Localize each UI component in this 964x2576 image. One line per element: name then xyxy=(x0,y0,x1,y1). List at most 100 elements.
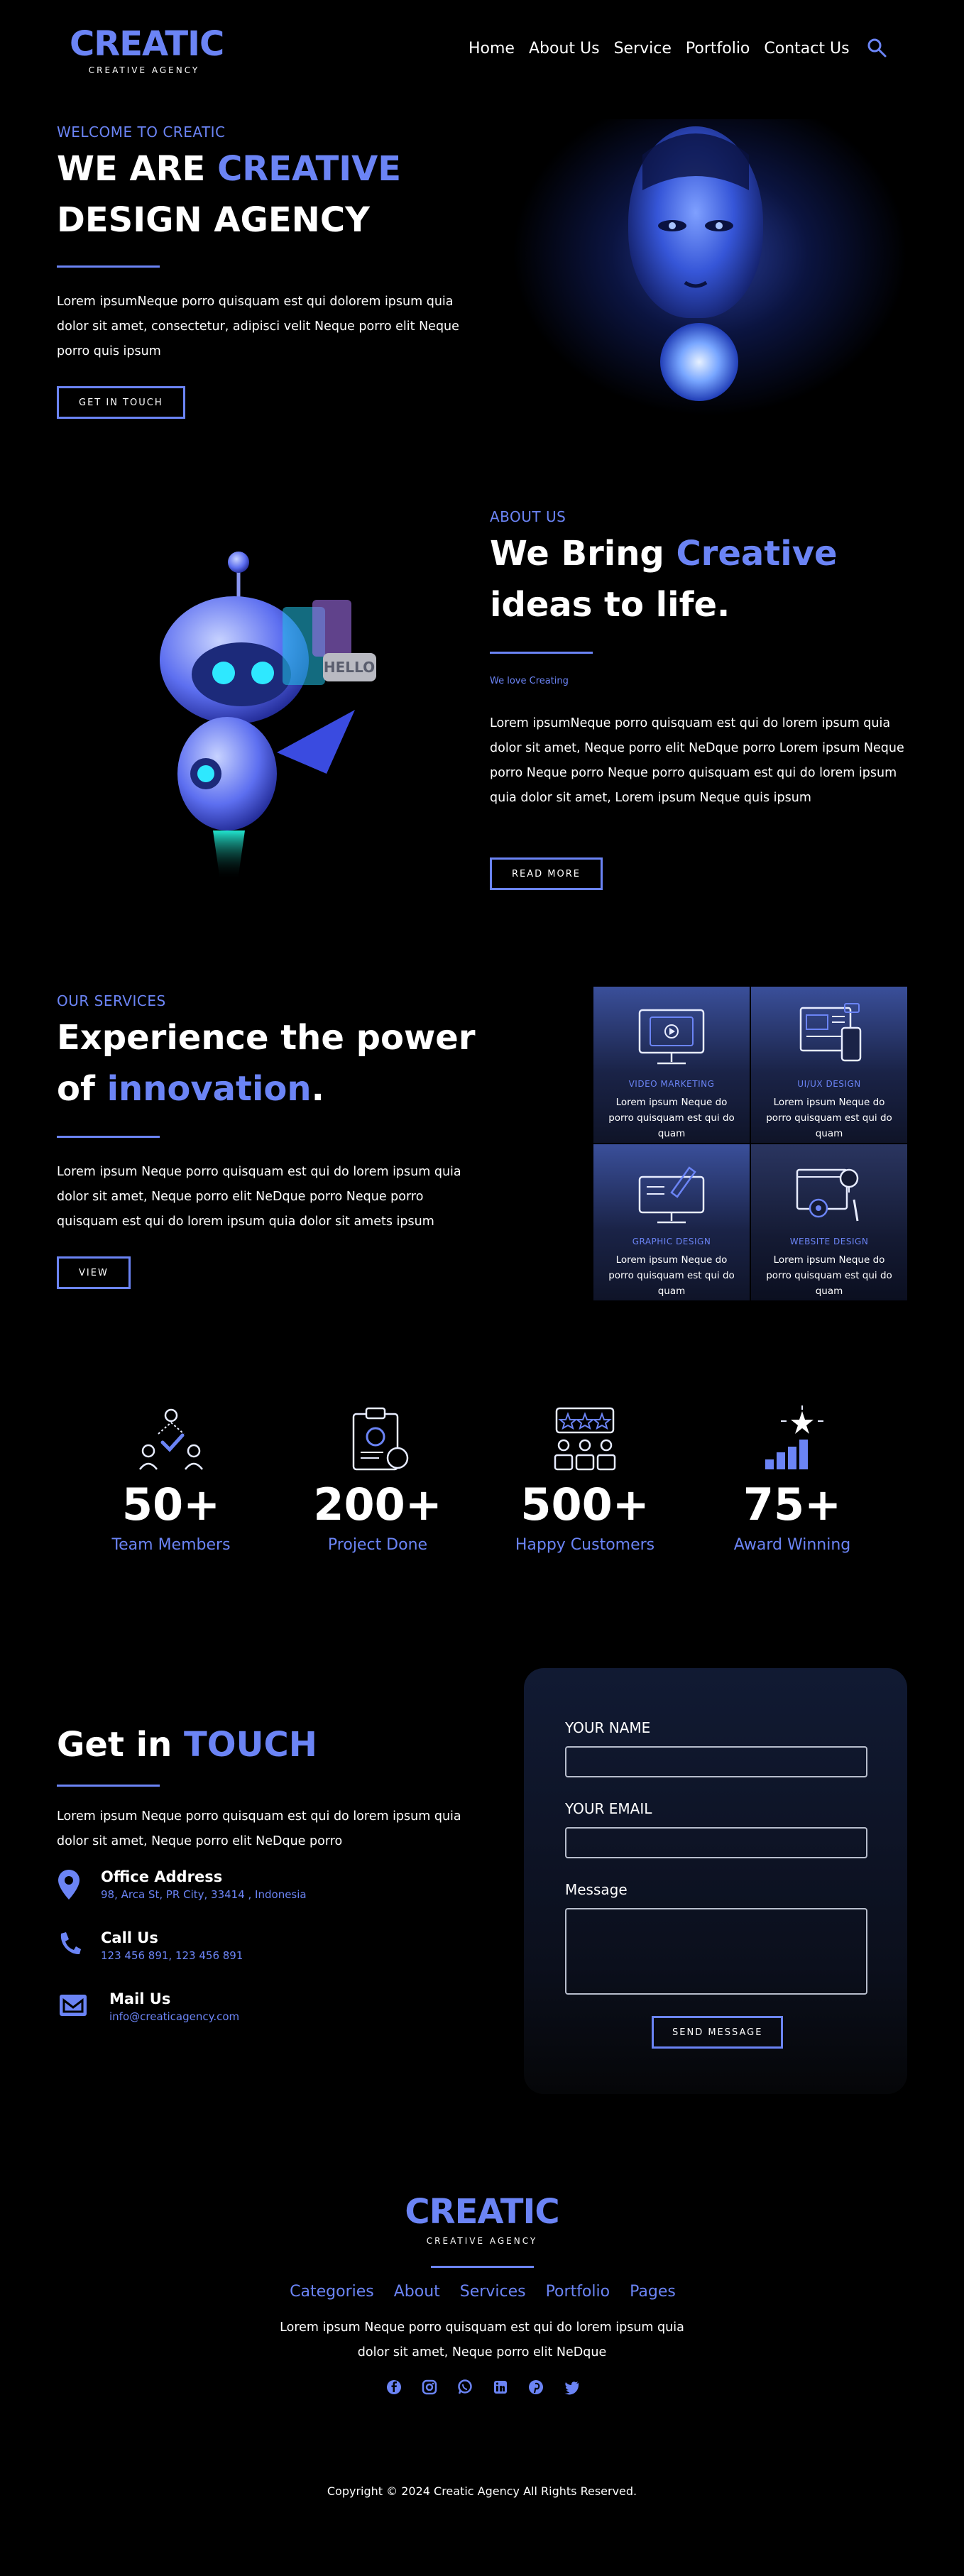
contact-text: Lorem ipsum Neque porro quisquam est qui… xyxy=(57,1809,461,1848)
send-message-button[interactable]: SEND MESSAGE xyxy=(652,2016,784,2049)
stat-label: Team Members xyxy=(111,1536,231,1554)
main-nav: Home About Us Service Portfolio Contact … xyxy=(469,40,850,57)
hero-title-a: WE ARE xyxy=(57,149,218,189)
footer-nav-pages[interactable]: Pages xyxy=(630,2283,676,2301)
contact-item-text[interactable]: info@creaticagency.com xyxy=(109,2010,239,2023)
hero-divider xyxy=(57,265,160,268)
services-divider xyxy=(57,1136,160,1138)
whatsapp-icon[interactable] xyxy=(457,2379,473,2395)
stat-value: 200+ xyxy=(313,1479,442,1530)
site-logo[interactable]: CREATIC CREATIVE AGENCY xyxy=(70,24,224,75)
services-text: Lorem ipsum Neque porro quisquam est qui… xyxy=(57,1165,461,1229)
nav-about-us[interactable]: About Us xyxy=(529,40,600,57)
service-card-website-design[interactable]: WEBSITE DESIGN Lorem ipsum Neque do porr… xyxy=(751,1144,907,1300)
contact-item-title: Office Address xyxy=(101,1868,223,1885)
card-text: Lorem ipsum Neque do porro quisquam est … xyxy=(766,1254,892,1297)
services-title-end: . xyxy=(311,1069,324,1109)
social-links xyxy=(376,2379,589,2395)
website-design-icon xyxy=(796,1168,859,1222)
services-title-accent: innovation xyxy=(106,1069,312,1109)
card-title: WEBSITE DESIGN xyxy=(789,1237,869,1246)
team-icon xyxy=(139,1408,203,1470)
video-marketing-icon xyxy=(638,1009,705,1065)
instagram-icon[interactable] xyxy=(422,2379,437,2395)
about-title-b: ideas to life. xyxy=(490,585,730,625)
hero-crystal-orb xyxy=(660,323,738,401)
pinterest-icon[interactable] xyxy=(528,2379,544,2395)
stat-label: Project Done xyxy=(327,1536,428,1554)
phone-icon xyxy=(60,1932,81,1955)
contact-item-title: Call Us xyxy=(101,1929,158,1946)
name-label: YOUR NAME xyxy=(565,1719,651,1736)
message-textarea[interactable] xyxy=(565,1908,867,1995)
card-title: GRAPHIC DESIGN xyxy=(632,1237,711,1246)
stat-team-members: 50+ Team Members xyxy=(93,1405,249,1554)
footer-nav-categories[interactable]: Categories xyxy=(290,2283,374,2301)
contact-form: YOUR NAME YOUR EMAIL Message SEND MESSAG… xyxy=(524,1668,907,2094)
logo-title: CREATIC xyxy=(70,24,224,64)
nav-home[interactable]: Home xyxy=(469,40,515,57)
facebook-icon[interactable] xyxy=(386,2379,402,2395)
contact-divider xyxy=(57,1785,160,1787)
contact-mail-us: Mail Us info@creaticagency.com xyxy=(57,1990,239,2023)
footer-nav-portfolio[interactable]: Portfolio xyxy=(546,2283,610,2301)
contact-item-text: 98, Arca St, PR City, 33414 , Indonesia xyxy=(101,1888,307,1901)
read-more-button[interactable]: READ MORE xyxy=(490,857,603,890)
footer-logo[interactable]: CREATIC CREATIVE AGENCY xyxy=(340,2193,624,2246)
linkedin-icon[interactable] xyxy=(493,2379,508,2395)
services-title-a: Experience the power xyxy=(57,1018,476,1058)
hero-eyebrow: WELCOME TO CREATIC xyxy=(57,124,226,141)
stat-label: Award Winning xyxy=(733,1536,851,1554)
clipboard-icon xyxy=(352,1407,409,1471)
about-title-a: We Bring xyxy=(490,534,677,574)
search-icon[interactable] xyxy=(866,37,887,58)
about-eyebrow: ABOUT US xyxy=(490,508,566,525)
services-grid: VIDEO MARKETING Lorem ipsum Neque do por… xyxy=(593,987,907,1300)
contact-office-address: Office Address 98, Arca St, PR City, 334… xyxy=(57,1868,307,1901)
contact-title-accent: TOUCH xyxy=(183,1725,317,1765)
ui-ux-design-icon xyxy=(799,1003,862,1062)
email-label: YOUR EMAIL xyxy=(565,1800,652,1817)
about-text: Lorem ipsumNeque porro quisquam est qui … xyxy=(490,716,904,805)
services-title: Experience the power of innovation. xyxy=(57,1012,497,1114)
services-title-b: of xyxy=(57,1069,107,1109)
contact-title-a: Get in xyxy=(57,1725,184,1765)
hero-title-b: DESIGN AGENCY xyxy=(57,200,370,240)
card-title: UI/UX DESIGN xyxy=(797,1079,861,1089)
services-eyebrow: OUR SERVICES xyxy=(57,992,166,1009)
contact-title: Get in TOUCH xyxy=(57,1719,317,1770)
about-subtitle: We love Creating xyxy=(490,676,569,686)
stat-award-winning: 75+ Award Winning xyxy=(714,1405,870,1554)
about-title: We Bring Creative ideas to life. xyxy=(490,528,930,630)
footer-nav-about[interactable]: About xyxy=(394,2283,440,2301)
service-card-graphic-design[interactable]: GRAPHIC DESIGN Lorem ipsum Neque do porr… xyxy=(593,1144,750,1300)
contact-item-text: 123 456 891, 123 456 891 xyxy=(101,1949,243,1962)
nav-portfolio[interactable]: Portfolio xyxy=(686,40,750,57)
stat-value: 50+ xyxy=(121,1479,221,1530)
service-card-video-marketing[interactable]: VIDEO MARKETING Lorem ipsum Neque do por… xyxy=(593,987,750,1143)
message-label: Message xyxy=(565,1881,628,1898)
footer-text: Lorem ipsum Neque porro quisquam est qui… xyxy=(280,2320,684,2359)
nav-contact-us[interactable]: Contact Us xyxy=(764,40,849,57)
get-in-touch-button[interactable]: GET IN TOUCH xyxy=(57,386,185,419)
copyright: Copyright © 2024 Creatic Agency All Righ… xyxy=(327,2484,637,2498)
service-card-ui-ux-design[interactable]: UI/UX DESIGN Lorem ipsum Neque do porro … xyxy=(751,987,907,1143)
stat-value: 75+ xyxy=(743,1479,842,1530)
footer-logo-subtitle: CREATIVE AGENCY xyxy=(426,2236,538,2246)
footer-logo-title: CREATIC xyxy=(405,2192,559,2232)
nav-service[interactable]: Service xyxy=(614,40,672,57)
footer-divider xyxy=(431,2266,534,2268)
contact-item-title: Mail Us xyxy=(109,1990,171,2007)
name-input[interactable] xyxy=(565,1746,867,1777)
stat-happy-customers: 500+ Happy Customers xyxy=(507,1405,663,1554)
twitter-icon[interactable] xyxy=(564,2379,579,2395)
about-title-accent: Creative xyxy=(676,534,838,574)
stat-project-done: 200+ Project Done xyxy=(300,1405,456,1554)
robot-illustration: HELLO xyxy=(160,552,376,880)
email-input[interactable] xyxy=(565,1827,867,1858)
footer-nav-services[interactable]: Services xyxy=(460,2283,526,2301)
card-text: Lorem ipsum Neque do porro quisquam est … xyxy=(608,1254,735,1297)
about-divider xyxy=(490,652,593,654)
contact-call-us: Call Us 123 456 891, 123 456 891 xyxy=(57,1929,243,1962)
view-button[interactable]: VIEW xyxy=(57,1256,131,1289)
